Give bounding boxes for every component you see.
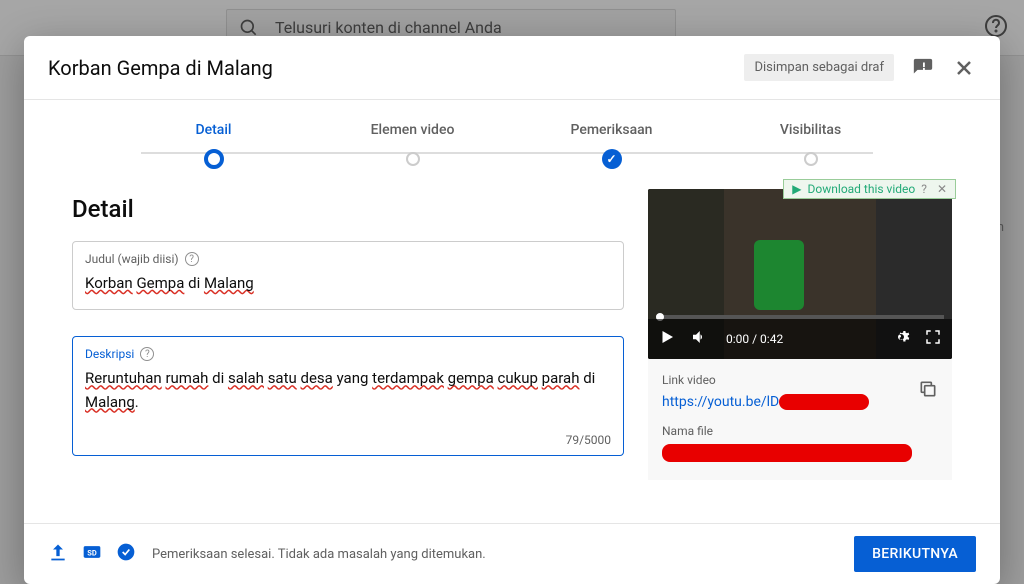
step-dot-done	[602, 149, 622, 169]
dialog-body: Detail Judul (wajib diisi) ? Korban Gemp…	[24, 179, 1000, 523]
description-value[interactable]: Reruntuhan rumah di salah satu desa yang…	[85, 367, 611, 414]
file-label: Nama file	[662, 424, 938, 438]
feedback-icon[interactable]	[912, 57, 934, 79]
draft-status-chip: Disimpan sebagai draf	[744, 54, 894, 81]
badge-help-icon[interactable]: ?	[921, 182, 927, 196]
video-meta: Link video https://youtu.be/lD Nama file	[648, 359, 952, 480]
dialog-header: Korban Gempa di Malang Disimpan sebagai …	[24, 36, 1000, 100]
step-detail[interactable]: Detail	[114, 122, 313, 169]
upload-dialog: Korban Gempa di Malang Disimpan sebagai …	[24, 36, 1000, 584]
video-player[interactable]: 0:00 / 0:42	[648, 189, 952, 359]
step-visibility[interactable]: Visibilitas	[711, 122, 910, 166]
help-icon[interactable]: ?	[185, 252, 199, 266]
title-value[interactable]: Korban Gempa di Malang	[85, 272, 611, 295]
title-field[interactable]: Judul (wajib diisi) ? Korban Gempa di Ma…	[72, 241, 624, 310]
stepper: Detail Elemen video Pemeriksaan Visibili…	[24, 100, 1000, 179]
link-label: Link video	[662, 373, 938, 387]
help-icon[interactable]: ?	[140, 347, 154, 361]
dialog-title: Korban Gempa di Malang	[48, 56, 273, 80]
settings-icon[interactable]	[892, 328, 910, 350]
svg-text:SD: SD	[87, 548, 97, 557]
step-dot-active	[204, 149, 224, 169]
description-field[interactable]: Deskripsi ? Reruntuhan rumah di salah sa…	[72, 336, 624, 456]
sd-badge-icon: SD	[82, 542, 102, 566]
file-name-redacted	[662, 444, 912, 462]
close-icon[interactable]	[952, 56, 976, 80]
title-label: Judul (wajib diisi)	[85, 252, 179, 266]
section-heading: Detail	[72, 195, 624, 223]
fullscreen-icon[interactable]	[924, 328, 942, 350]
description-label: Deskripsi	[85, 347, 134, 361]
next-button[interactable]: BERIKUTNYA	[854, 536, 976, 572]
copy-icon[interactable]	[918, 379, 938, 403]
dialog-footer: SD Pemeriksaan selesai. Tidak ada masala…	[24, 523, 1000, 584]
badge-close-icon[interactable]: ✕	[937, 182, 947, 196]
time-display: 0:00 / 0:42	[726, 332, 783, 346]
step-checks[interactable]: Pemeriksaan	[512, 122, 711, 169]
char-counter: 79/5000	[566, 433, 611, 447]
step-elements[interactable]: Elemen video	[313, 122, 512, 166]
upload-status-icon	[48, 542, 68, 566]
download-badge[interactable]: ▶ Download this video ? ✕	[783, 179, 956, 199]
check-complete-icon	[116, 542, 136, 566]
footer-status: Pemeriksaan selesai. Tidak ada masalah y…	[152, 547, 486, 562]
volume-icon[interactable]	[690, 328, 708, 350]
video-link[interactable]: https://youtu.be/lD	[662, 394, 869, 410]
play-icon[interactable]	[658, 328, 676, 350]
